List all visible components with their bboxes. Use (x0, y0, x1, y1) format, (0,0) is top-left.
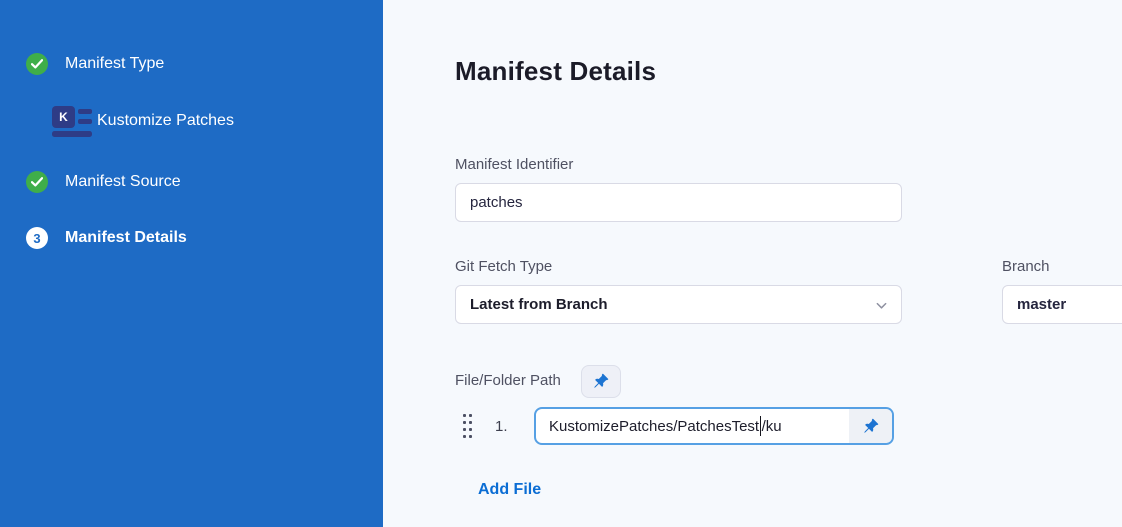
pin-icon (593, 373, 609, 389)
sidebar-item-label: Manifest Details (65, 229, 187, 247)
git-fetch-type-value: Latest from Branch (470, 296, 608, 313)
sidebar-item-manifest-details[interactable]: 3 Manifest Details (0, 227, 383, 249)
git-fetch-type-label: Git Fetch Type (455, 258, 902, 276)
checkmark-icon (31, 59, 43, 69)
git-fetch-type-field: Git Fetch Type Latest from Branch (455, 258, 902, 324)
manifest-identifier-label: Manifest Identifier (455, 156, 1122, 174)
branch-label: Branch (1002, 258, 1122, 276)
kustomize-bar-icon (52, 131, 92, 137)
path-row-index: 1. (495, 418, 515, 435)
file-path-input[interactable]: KustomizePatches/PatchesTest /ku (534, 407, 894, 445)
git-fetch-type-select[interactable]: Latest from Branch (455, 285, 902, 324)
check-circle-icon (26, 171, 48, 193)
fixed-value-pin-button[interactable] (581, 365, 621, 398)
sidebar-subitem-label: Kustomize Patches (97, 112, 234, 130)
branch-input[interactable] (1002, 285, 1122, 324)
fixed-value-pin-button[interactable] (849, 409, 892, 443)
chevron-down-icon (875, 299, 888, 312)
sidebar-item-manifest-type[interactable]: Manifest Type (0, 53, 383, 75)
manifest-identifier-field: Manifest Identifier (455, 156, 1122, 222)
page-title: Manifest Details (455, 56, 1122, 87)
sidebar-item-manifest-source[interactable]: Manifest Source (0, 171, 383, 193)
manifest-details-panel: Manifest Details Manifest Identifier Git… (383, 0, 1122, 527)
drag-handle[interactable] (463, 414, 472, 438)
file-folder-path-label: File/Folder Path (455, 372, 561, 390)
add-file-button[interactable]: Add File (478, 481, 541, 499)
step-number-badge: 3 (26, 227, 48, 249)
kustomize-dash-icon (78, 109, 92, 114)
pin-icon (863, 418, 879, 434)
branch-field: Branch (1002, 258, 1122, 324)
kustomize-icon: K (52, 106, 92, 137)
sidebar-item-label: Manifest Source (65, 173, 181, 191)
file-folder-path-section: File/Folder Path 1. KustomizePatches/Pat… (455, 364, 1122, 499)
sidebar-item-kustomize-patches[interactable]: K Kustomize Patches (0, 104, 234, 138)
checkmark-icon (31, 177, 43, 187)
check-circle-icon (26, 53, 48, 75)
kustomize-dash-icon (78, 119, 92, 124)
kustomize-letter-box: K (52, 106, 75, 128)
manifest-identifier-input[interactable] (455, 183, 902, 222)
wizard-sidebar: Manifest Type K Kustomize Patches Manife… (0, 0, 383, 527)
file-path-value: KustomizePatches/PatchesTest (549, 418, 759, 435)
file-path-value-after-caret: /ku (762, 418, 782, 435)
sidebar-item-label: Manifest Type (65, 55, 164, 73)
file-path-row: 1. KustomizePatches/PatchesTest /ku (455, 407, 1122, 445)
